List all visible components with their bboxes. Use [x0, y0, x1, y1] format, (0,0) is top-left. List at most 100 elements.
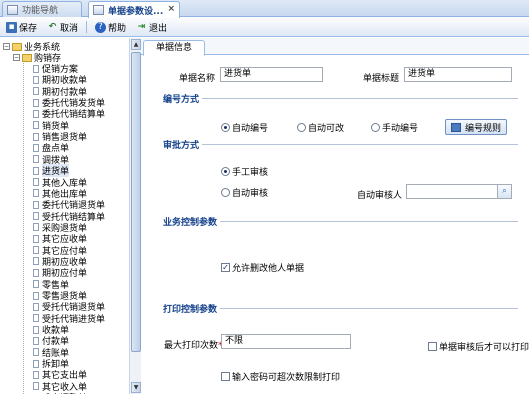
document-icon	[33, 314, 39, 323]
max-print-field[interactable]: 不限	[221, 334, 351, 349]
toolbar-separator	[86, 21, 88, 33]
settings-icon	[93, 5, 104, 15]
tree-item[interactable]: 付款单	[33, 335, 69, 347]
checkbox-password-override[interactable]: 输入密码可超次数限制打印	[221, 370, 340, 383]
save-button[interactable]: ▪ 保存	[4, 19, 39, 35]
document-icon	[33, 189, 39, 198]
section-title: 业务控制参数	[163, 214, 221, 228]
document-icon	[33, 268, 39, 277]
option-label: 自动可改	[308, 124, 345, 134]
tab-doc-params[interactable]: 单据参数设... ×	[88, 1, 180, 18]
cancel-label: 取消	[60, 23, 79, 34]
document-icon	[33, 370, 39, 379]
tree-panel: − 业务系统 − 购销存 促销方案 期初收款单 期初付款单 委托代销发货单 委托代销结算…	[0, 38, 130, 394]
collapse-icon[interactable]: −	[13, 54, 20, 61]
tree-item[interactable]: 其它支出单	[33, 369, 87, 381]
tree-scrollbar[interactable]: ▲ ▼	[129, 38, 141, 394]
tree-item[interactable]: 期初付款单	[33, 86, 87, 98]
exit-icon: ⇥	[137, 21, 146, 32]
section-title: 编号方式	[163, 91, 203, 105]
tree-item[interactable]: 其它应付单	[33, 245, 87, 257]
collapse-icon[interactable]: −	[3, 43, 10, 50]
section-print: 打印控制参数	[163, 301, 518, 315]
radio-icon	[371, 123, 380, 132]
tab-doc-info[interactable]: 单据信息	[143, 40, 205, 56]
document-icon	[33, 336, 39, 345]
tree-item[interactable]: 结账单	[33, 347, 69, 359]
help-button[interactable]: ? 帮助	[93, 19, 128, 35]
tree-item[interactable]: 受托代销结算单	[33, 211, 105, 223]
document-icon	[33, 178, 39, 186]
tree-item[interactable]: 零售退货单	[33, 290, 87, 302]
section-business: 业务控制参数	[163, 214, 518, 228]
tree-item[interactable]: 其它收入单	[33, 381, 87, 393]
tree-item[interactable]: 收款单	[33, 324, 69, 336]
tree-item[interactable]: 销售退货单	[33, 131, 87, 143]
save-label: 保存	[19, 23, 38, 34]
tree-item[interactable]: 期初应收单	[33, 256, 87, 268]
document-icon	[33, 257, 39, 266]
tree-item[interactable]: 调拨单	[33, 154, 69, 166]
section-divider	[202, 97, 518, 99]
cancel-button[interactable]: ↶ 取消	[45, 19, 80, 35]
document-icon	[33, 109, 39, 118]
document-icon	[33, 132, 39, 141]
scroll-thumb[interactable]	[131, 52, 141, 352]
document-icon	[33, 98, 39, 107]
document-icon	[33, 246, 39, 255]
exit-button[interactable]: ⇥ 退出	[134, 19, 169, 35]
tab-function-nav[interactable]: 功能导航	[2, 1, 82, 17]
button-label: 编号规则	[465, 123, 502, 134]
tree-item[interactable]: 其他出库单	[33, 188, 87, 200]
tree-item[interactable]: 受托代销进货单	[33, 313, 105, 325]
auto-reviewer-label: 自动审核人	[357, 191, 403, 201]
radio-checked-icon	[221, 167, 230, 176]
scroll-up-icon[interactable]: ▲	[131, 39, 141, 50]
document-icon	[33, 280, 39, 289]
tree-item[interactable]: 销货单	[33, 120, 69, 132]
radio-manual-number[interactable]: 手动编号	[371, 121, 418, 134]
tree-item[interactable]: 拆卸单	[33, 358, 69, 370]
doc-name-field[interactable]: 进货单	[220, 67, 323, 82]
tree-item[interactable]: 期初收款单	[33, 74, 87, 86]
doc-name-label: 单据名称	[179, 74, 216, 84]
document-icon	[33, 155, 39, 164]
close-icon[interactable]: ×	[167, 4, 175, 14]
document-icon	[33, 212, 39, 221]
document-icon	[33, 348, 39, 357]
lookup-search-icon[interactable]: ⌕	[497, 185, 511, 198]
tree-item[interactable]: 盘点单	[33, 142, 69, 154]
section-numbering: 编号方式	[163, 91, 518, 105]
tree-item[interactable]: 零售单	[33, 279, 69, 291]
radio-auto-number[interactable]: 自动编号	[221, 121, 268, 134]
numbering-rule-button[interactable]: 编号规则	[445, 119, 508, 135]
tree-item[interactable]: 其它应收单	[33, 233, 87, 245]
help-label: 帮助	[108, 23, 127, 34]
radio-icon	[297, 123, 306, 132]
toolbar: ▪ 保存 ↶ 取消 ? 帮助 ⇥ 退出	[0, 18, 529, 37]
checkbox-print-after-review[interactable]: 单据审核后才可以打印	[428, 340, 529, 353]
max-print-label-text: 最大打印次数	[164, 341, 219, 351]
tree-item[interactable]: 采购退货单	[33, 222, 87, 234]
radio-auto-editable[interactable]: 自动可改	[297, 121, 344, 134]
checkbox-allow-edit-others[interactable]: ✓ 允许删改他人单据	[221, 261, 304, 274]
scroll-down-icon[interactable]: ▼	[131, 382, 141, 393]
document-icon	[33, 325, 39, 334]
radio-manual-review[interactable]: 手工审核	[221, 165, 268, 178]
document-icon	[33, 223, 39, 232]
section-divider	[202, 143, 518, 145]
option-label: 单据审核后才可以打印	[439, 343, 529, 353]
tree-item[interactable]: 委托代销结算单	[33, 108, 105, 120]
tree-item[interactable]: 促销方案	[33, 63, 78, 75]
tree-item[interactable]: 其他入库单	[33, 177, 87, 189]
doc-title-field[interactable]: 进货单	[404, 67, 512, 82]
radio-checked-icon	[221, 123, 230, 132]
radio-auto-review[interactable]: 自动审核	[221, 186, 268, 199]
tree-item[interactable]: 进货单	[33, 164, 70, 178]
tab-bar: 功能导航 单据参数设... ×	[0, 0, 529, 18]
tree-item[interactable]: 期初应付单	[33, 267, 87, 279]
tree-item[interactable]: 受托代销退货单	[33, 301, 105, 313]
doc-settings-panel: 单据信息 单据名称 进货单 单据标题 进货单 编号方式 自动编号 自动可改 手动…	[141, 38, 529, 394]
tree-item[interactable]: 委托代销退货单	[33, 199, 105, 211]
tree-item[interactable]: 委托代销发货单	[33, 97, 105, 109]
